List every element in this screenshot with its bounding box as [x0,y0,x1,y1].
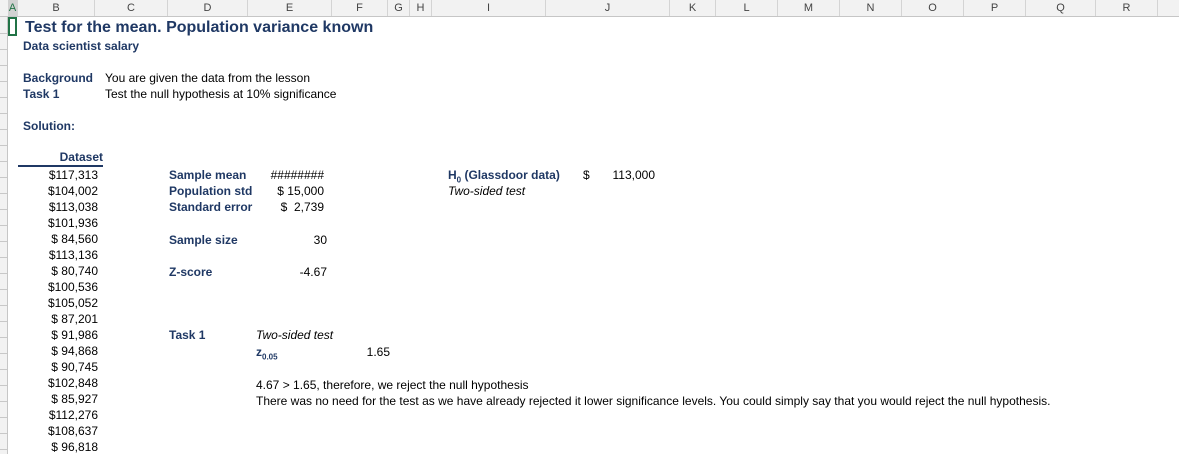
sample-mean-value[interactable]: ######## [248,168,324,182]
z-critical-value[interactable]: 1.65 [338,345,390,359]
column-header-m[interactable]: M [778,0,840,16]
row-divider [0,65,7,66]
active-cell-indicator[interactable] [8,17,17,36]
row-divider [0,129,7,130]
zscore-label: Z-score [169,265,213,279]
population-std-label: Population std [169,184,253,198]
column-header-j[interactable]: J [546,0,670,16]
dataset-value: $108,637 [47,424,98,438]
task1-result-label: Task 1 [169,328,206,342]
row-divider [0,305,7,306]
column-header-h[interactable]: H [410,0,432,16]
column-header-k[interactable]: K [670,0,716,16]
sample-mean-label: Sample mean [169,168,247,182]
row-divider [0,289,7,290]
row-divider [0,385,7,386]
column-header-d[interactable]: D [168,0,248,16]
row-divider [0,401,7,402]
column-header-b[interactable]: B [18,0,95,16]
dataset-value: $113,136 [48,248,98,262]
dataset-value: $ 84,560 [51,232,98,246]
population-std-value[interactable]: $ 15,000 [248,184,324,198]
z-critical-label: z0.05 [256,345,278,362]
row-divider [0,145,7,146]
row-divider [0,273,7,274]
zscore-value[interactable]: -4.67 [248,265,327,279]
column-header-r[interactable]: R [1096,0,1158,16]
dataset-value: $105,052 [47,296,98,310]
row-divider [0,417,7,418]
sheet-subtitle: Data scientist salary [23,39,140,53]
dataset-value: $ 85,927 [51,392,98,406]
row-divider [0,113,7,114]
row-divider [0,209,7,210]
dataset-header: Dataset [18,150,103,167]
column-header-c[interactable]: C [95,0,168,16]
row-divider [0,97,7,98]
column-header-l[interactable]: L [716,0,778,16]
row-divider [0,449,7,450]
h0-currency: $ [583,168,590,182]
standard-error-label: Standard error [169,200,253,214]
row-divider [0,353,7,354]
dataset-value: $113,038 [48,200,98,214]
sheet-title: Test for the mean. Population variance k… [25,19,374,36]
dataset-value: $104,002 [47,184,98,198]
h0-test-type: Two-sided test [448,184,526,198]
dataset-value: $ 87,201 [51,312,98,326]
row-divider [0,241,7,242]
row-header-gutter[interactable] [0,17,8,454]
row-divider [0,193,7,194]
column-header-f[interactable]: F [332,0,388,16]
column-header-o[interactable]: O [902,0,964,16]
dataset-value: $ 80,740 [51,264,98,278]
column-header-q[interactable]: Q [1026,0,1096,16]
sample-size-label: Sample size [169,233,238,247]
background-text: You are given the data from the lesson [105,71,311,85]
sample-size-value[interactable]: 30 [248,233,327,247]
standard-error-value[interactable]: $ 2,739 [248,200,324,214]
dataset-value: $117,313 [48,168,98,182]
dataset-value: $ 94,868 [51,344,98,358]
row-divider [0,177,7,178]
row-divider [0,161,7,162]
dataset-value: $ 91,986 [51,328,98,342]
column-header-p[interactable]: P [964,0,1026,16]
conclusion-text: 4.67 > 1.65, therefore, we reject the nu… [256,378,529,392]
background-label: Background [23,71,94,85]
column-header-a[interactable]: A [8,0,18,16]
row-divider [0,321,7,322]
worksheet-grid[interactable]: Test for the mean. Population variance k… [8,17,1179,454]
dataset-value: $ 90,745 [51,360,98,374]
solution-label: Solution: [23,119,75,133]
row-divider [0,369,7,370]
dataset-value: $102,848 [47,376,98,390]
column-header-g[interactable]: G [388,0,410,16]
task1-text: Test the null hypothesis at 10% signific… [105,87,337,101]
row-divider [0,433,7,434]
row-divider [0,49,7,50]
column-header-bar: A B C D E F G H I J K L M N O P Q R [0,0,1179,17]
column-header-i[interactable]: I [432,0,546,16]
task1-test-type: Two-sided test [256,328,334,342]
dataset-value: $ 96,818 [51,440,98,454]
row-divider [0,81,7,82]
h0-value[interactable]: 113,000 [598,168,656,182]
column-header-e[interactable]: E [248,0,332,16]
dataset-value: $101,936 [47,216,98,230]
row-divider [0,225,7,226]
column-header-n[interactable]: N [840,0,902,16]
row-divider [0,337,7,338]
row-divider [0,257,7,258]
dataset-value: $100,536 [47,280,98,294]
task1-label: Task 1 [23,87,60,101]
row-divider [0,33,7,34]
dataset-value: $112,276 [48,408,98,422]
note-text: There was no need for the test as we hav… [256,394,1051,408]
